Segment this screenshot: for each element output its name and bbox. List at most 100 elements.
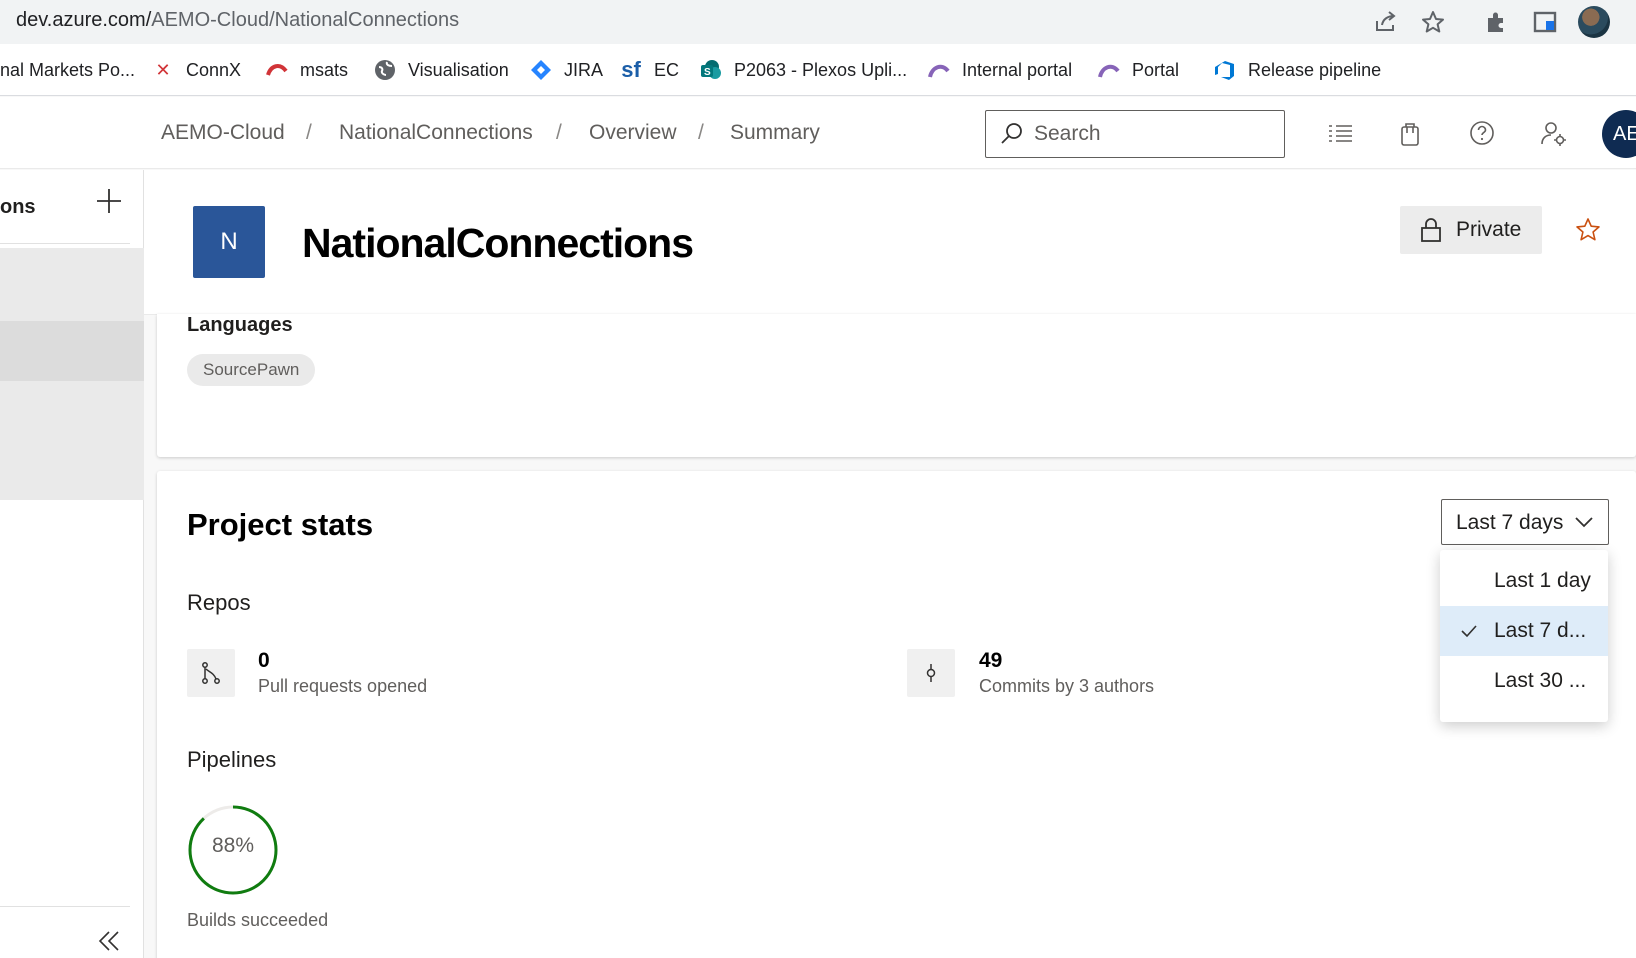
- project-stats-card: Project stats Last 7 days Repos 0 Pull r…: [157, 471, 1636, 958]
- breadcrumb-separator: /: [556, 121, 562, 144]
- app-header: AEMO-Cloud / NationalConnections / Overv…: [0, 97, 1636, 169]
- globe-icon: [374, 59, 396, 81]
- bookmark-internal-portal[interactable]: Internal portal: [928, 58, 1072, 82]
- private-visibility-button[interactable]: Private: [1400, 206, 1542, 254]
- bookmark-label: JIRA: [564, 59, 604, 80]
- search-placeholder: Search: [1034, 122, 1101, 145]
- bookmark-label: msats: [300, 59, 349, 80]
- bookmark-msats[interactable]: msats: [266, 58, 348, 82]
- nav-item[interactable]: [0, 381, 144, 500]
- share-icon[interactable]: [1372, 9, 1398, 35]
- pull-request-icon: [202, 662, 220, 684]
- help-icon[interactable]: [1468, 119, 1496, 147]
- pull-requests-count: 0: [258, 649, 270, 672]
- bookmark-label: Visualisation: [408, 59, 509, 80]
- address-bar[interactable]: dev.azure.com/AEMO-Cloud/NationalConnect…: [0, 0, 1466, 42]
- sidepanel-icon[interactable]: [1532, 9, 1558, 35]
- time-range-option-30-days[interactable]: Last 30 ...: [1440, 656, 1608, 706]
- time-range-option-1-day[interactable]: Last 1 day: [1440, 556, 1608, 606]
- repos-heading: Repos: [187, 590, 251, 615]
- commits-caption: Commits by 3 authors: [979, 676, 1155, 696]
- lock-icon: [1421, 218, 1441, 242]
- time-range-selected: Last 7 days: [1456, 511, 1564, 534]
- sf-logo-icon: sf: [621, 57, 641, 82]
- project-stats-title: Project stats: [187, 507, 374, 542]
- pipelines-heading: Pipelines: [187, 747, 277, 772]
- language-tag[interactable]: SourcePawn: [187, 354, 316, 386]
- languages-heading: Languages: [187, 314, 293, 336]
- nav-item-selected[interactable]: [0, 321, 144, 381]
- commits-count: 49: [979, 649, 1003, 672]
- commit-icon-box: [907, 649, 955, 697]
- project-title: NationalConnections: [302, 220, 694, 266]
- commit-icon: [926, 664, 936, 682]
- browser-profile-avatar[interactable]: [1578, 6, 1610, 38]
- user-avatar[interactable]: AE: [1602, 110, 1636, 158]
- builds-success-percent: 88%: [211, 834, 255, 857]
- left-navigation: ons: [0, 170, 144, 958]
- option-label: Last 30 ...: [1494, 669, 1587, 692]
- pull-requests-caption: Pull requests opened: [258, 676, 428, 696]
- bookmark-label: EC: [654, 59, 680, 80]
- chevron-down-icon: [1575, 517, 1593, 528]
- project-header: N NationalConnections Private: [144, 170, 1636, 315]
- breadcrumb-separator: /: [698, 121, 704, 144]
- pull-request-icon-box: [187, 649, 235, 697]
- bookmarks-bar: nal Markets Po... ✕ ConnX msats Visualisa…: [0, 44, 1636, 96]
- bookmark-connx[interactable]: ✕ ConnX: [152, 58, 241, 82]
- bookmark-p2063[interactable]: S P2063 - Plexos Upli...: [700, 58, 907, 82]
- breadcrumb-organization[interactable]: AEMO-Cloud: [161, 121, 285, 145]
- bookmark-visualisation[interactable]: Visualisation: [374, 58, 509, 82]
- bookmark-national-markets[interactable]: nal Markets Po...: [0, 58, 135, 82]
- connx-icon: ✕: [155, 59, 171, 80]
- azure-devops-icon: [1214, 59, 1236, 81]
- builds-succeeded-caption: Builds succeeded: [187, 910, 329, 930]
- bookmark-label: Portal: [1132, 59, 1180, 80]
- url-text: dev.azure.com/AEMO-Cloud/NationalConnect…: [16, 9, 460, 31]
- bookmark-label: Internal portal: [962, 59, 1073, 80]
- breadcrumb-separator: /: [306, 121, 312, 144]
- bookmark-label: ConnX: [186, 59, 242, 80]
- svg-text:S: S: [704, 67, 711, 78]
- screen: dev.azure.com/AEMO-Cloud/NationalConnect…: [0, 0, 1636, 958]
- collapse-nav-icon[interactable]: [96, 928, 122, 954]
- aemo-logo-icon: [266, 59, 288, 81]
- bookmark-star-icon[interactable]: [1420, 9, 1446, 35]
- nav-item[interactable]: [0, 248, 144, 321]
- time-range-menu: Last 1 day Last 7 d... Last 30 ...: [1440, 550, 1608, 722]
- bookmark-label: P2063 - Plexos Upli...: [734, 59, 908, 80]
- user-settings-icon[interactable]: [1540, 119, 1568, 147]
- project-avatar: N: [193, 206, 265, 278]
- bookmark-ec[interactable]: sf EC: [620, 57, 680, 82]
- bookmark-jira[interactable]: JIRA: [530, 58, 603, 82]
- marketplace-bag-icon[interactable]: [1396, 119, 1424, 147]
- private-label: Private: [1456, 218, 1522, 241]
- bookmark-label: nal Markets Po...: [0, 59, 136, 80]
- extensions-icon[interactable]: [1484, 9, 1510, 35]
- bookmark-release-pipeline[interactable]: Release pipeline: [1214, 58, 1381, 82]
- browser-toolbar: dev.azure.com/AEMO-Cloud/NationalConnect…: [0, 0, 1636, 44]
- portal-logo-icon: [928, 59, 950, 81]
- nav-divider: [0, 243, 130, 244]
- search-icon: [1001, 123, 1022, 144]
- breadcrumb-overview[interactable]: Overview: [589, 121, 677, 145]
- portal-logo-icon: [1098, 59, 1120, 81]
- checkmark-icon: [1461, 625, 1477, 638]
- nav-divider: [0, 906, 130, 907]
- nav-header-title: ons: [0, 196, 36, 218]
- add-icon[interactable]: [94, 186, 124, 216]
- breadcrumb-project[interactable]: NationalConnections: [339, 121, 533, 145]
- time-range-dropdown[interactable]: Last 7 days: [1441, 499, 1609, 545]
- jira-icon: [530, 59, 552, 81]
- sharepoint-icon: S: [700, 59, 722, 81]
- option-label: Last 7 d...: [1494, 619, 1587, 642]
- task-list-icon[interactable]: [1326, 119, 1354, 147]
- about-project-card: Languages SourcePawn: [157, 314, 1636, 457]
- bookmark-portal[interactable]: Portal: [1098, 58, 1179, 82]
- time-range-option-7-days[interactable]: Last 7 d...: [1440, 606, 1608, 656]
- breadcrumb-summary[interactable]: Summary: [730, 121, 820, 145]
- option-label: Last 1 day: [1494, 569, 1591, 592]
- favorite-star-icon[interactable]: [1574, 216, 1602, 244]
- bookmark-label: Release pipeline: [1248, 59, 1382, 80]
- search-box[interactable]: Search: [985, 110, 1285, 158]
